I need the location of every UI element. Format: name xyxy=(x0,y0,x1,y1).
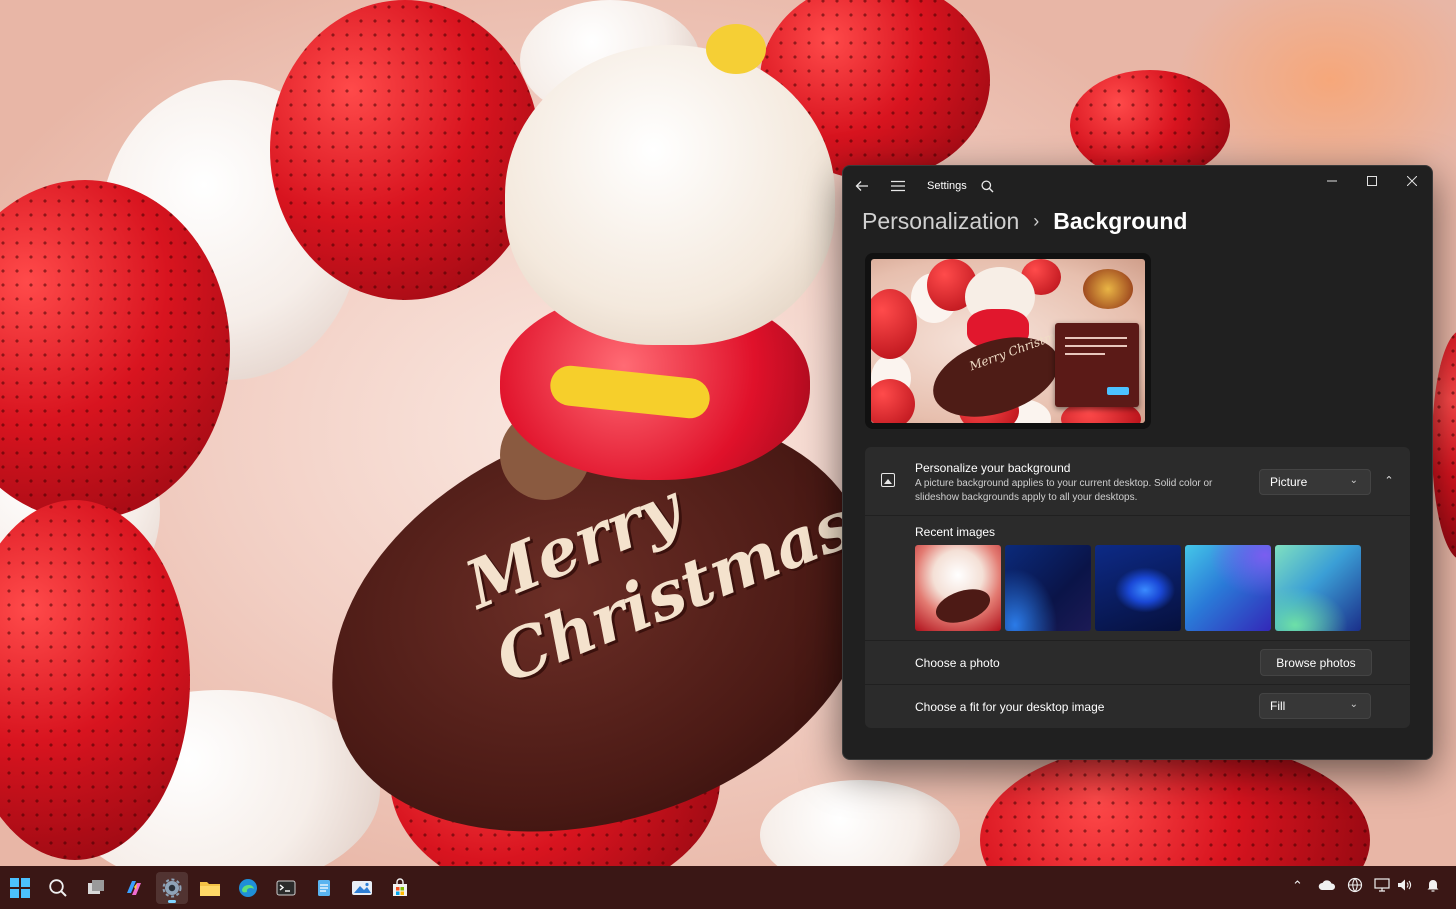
santa-head xyxy=(505,45,835,345)
onedrive-icon[interactable] xyxy=(1318,878,1336,895)
show-hidden-icons-chevron[interactable]: ⌃ xyxy=(1292,878,1303,894)
chevron-down-icon: ⌄ xyxy=(1349,475,1358,486)
hamburger-menu-icon[interactable] xyxy=(887,175,909,197)
recent-images-list xyxy=(915,545,1361,631)
preview-line xyxy=(1065,337,1127,339)
task-view-icon xyxy=(88,880,104,894)
minimize-button[interactable] xyxy=(1312,166,1352,196)
photos-icon xyxy=(352,881,372,895)
personalize-background-card[interactable]: Personalize your background A picture ba… xyxy=(865,447,1410,515)
preview-window-mock xyxy=(1055,323,1139,407)
volume-icon[interactable] xyxy=(1396,877,1412,896)
chevron-down-icon: ⌄ xyxy=(1349,699,1358,710)
preview-button xyxy=(1107,387,1129,395)
settings-taskbar-button[interactable] xyxy=(156,872,188,904)
background-type-dropdown[interactable]: Picture ⌄ xyxy=(1259,469,1371,495)
photos-button[interactable] xyxy=(346,872,378,904)
preview-line xyxy=(1065,345,1127,347)
terminal-icon xyxy=(276,880,296,896)
network-globe-icon[interactable] xyxy=(1347,877,1363,896)
choose-photo-label: Choose a photo xyxy=(915,656,1000,670)
store-button[interactable] xyxy=(384,872,416,904)
personalize-description: A picture background applies to your cur… xyxy=(915,478,1213,503)
preview-bauble xyxy=(1083,269,1133,309)
task-view-button[interactable] xyxy=(80,872,112,904)
recent-image-christmas-cake[interactable] xyxy=(915,545,1001,631)
edge-button[interactable] xyxy=(232,872,264,904)
wallpaper-strawberry xyxy=(1070,70,1230,180)
recent-image-blue-waves[interactable] xyxy=(1005,545,1091,631)
desktop-preview: Merry Christmas xyxy=(865,253,1151,429)
store-icon xyxy=(393,878,407,896)
wallpaper-cream xyxy=(760,780,960,866)
choose-photo-row: Choose a photo Browse photos xyxy=(865,641,1410,684)
preview-image: Merry Christmas xyxy=(871,259,1145,423)
background-type-value: Picture xyxy=(1270,475,1308,489)
file-explorer-button[interactable] xyxy=(194,872,226,904)
picture-icon xyxy=(881,473,895,487)
wallpaper-strawberry xyxy=(270,0,540,300)
notifications-icon[interactable] xyxy=(1425,877,1441,896)
recent-image-green-blue[interactable] xyxy=(1275,545,1361,631)
recent-images-label: Recent images xyxy=(915,525,996,539)
breadcrumb: Personalization › Background xyxy=(862,206,1187,236)
chevron-up-icon[interactable]: ⌃ xyxy=(1382,473,1396,487)
choose-fit-row: Choose a fit for your desktop image Fill… xyxy=(865,685,1410,728)
maximize-button[interactable] xyxy=(1352,166,1392,196)
personalize-title: Personalize your background xyxy=(915,461,1071,475)
choose-fit-label: Choose a fit for your desktop image xyxy=(915,700,1105,714)
windows-logo-icon xyxy=(10,878,30,898)
santa-pom xyxy=(706,24,766,74)
notepad-icon xyxy=(318,880,330,896)
close-button[interactable] xyxy=(1392,166,1432,196)
taskbar-search-button[interactable] xyxy=(42,872,74,904)
terminal-button[interactable] xyxy=(270,872,302,904)
title-bar: Settings xyxy=(843,166,1432,206)
recent-image-windows-bloom[interactable] xyxy=(1095,545,1181,631)
copilot-icon xyxy=(127,881,141,895)
app-title: Settings xyxy=(927,180,967,192)
preview-line xyxy=(1065,353,1105,355)
recent-images-section: Recent images xyxy=(865,516,1410,640)
copilot-button[interactable] xyxy=(118,872,150,904)
edge-icon xyxy=(239,879,257,897)
breadcrumb-parent[interactable]: Personalization xyxy=(862,208,1019,235)
back-arrow-icon[interactable] xyxy=(851,175,873,197)
display-network-icon[interactable] xyxy=(1374,877,1392,896)
fit-value: Fill xyxy=(1270,699,1286,713)
wallpaper-strawberry xyxy=(1432,330,1456,560)
search-icon[interactable] xyxy=(976,175,998,197)
settings-window: Settings Personalization › Background Me… xyxy=(842,165,1433,760)
taskbar: ⌃ xyxy=(0,866,1456,909)
page-title: Background xyxy=(1053,207,1188,234)
gear-icon xyxy=(162,878,182,898)
search-icon xyxy=(49,879,67,897)
notepad-button[interactable] xyxy=(308,872,340,904)
browse-photos-button[interactable]: Browse photos xyxy=(1260,649,1372,676)
recent-image-blue-violet[interactable] xyxy=(1185,545,1271,631)
folder-icon xyxy=(200,882,220,896)
breadcrumb-separator: › xyxy=(1033,210,1040,231)
fit-dropdown[interactable]: Fill ⌄ xyxy=(1259,693,1371,719)
start-button[interactable] xyxy=(4,872,36,904)
